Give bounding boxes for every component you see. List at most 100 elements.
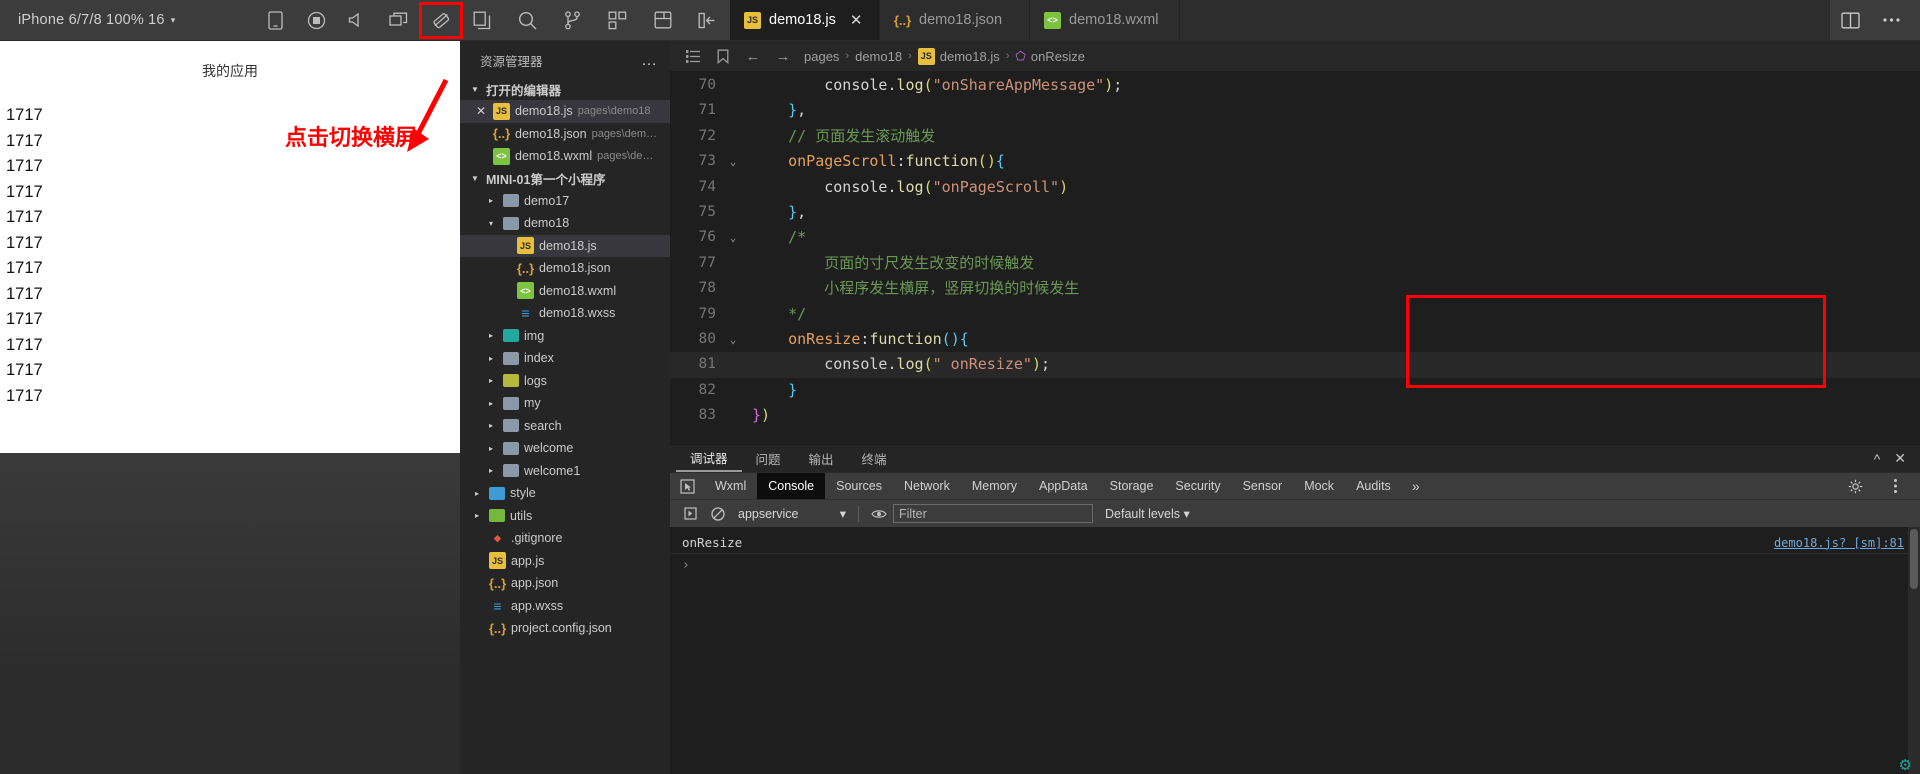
console-message-source[interactable]: demo18.js? [sm]:81 [1774,536,1920,550]
close-icon[interactable]: ✕ [1894,450,1906,467]
volume-icon[interactable] [337,0,378,41]
devtools-tab-network[interactable]: Network [893,473,961,500]
code-line-74[interactable]: 74 console.log("onPageScroll") [670,175,1920,200]
chevron-right-icon[interactable]: ▸ [484,421,498,430]
devtools-tab-wxml[interactable]: Wxml [704,473,757,500]
multiwindow-icon[interactable] [378,0,419,41]
code-line-79[interactable]: 79 */ [670,302,1920,327]
more-actions-icon[interactable] [1871,0,1912,41]
devtools-tab-appdata[interactable]: AppData [1028,473,1099,500]
chevron-right-icon[interactable]: ▸ [484,399,498,408]
console-scrollbar[interactable] [1908,527,1920,774]
rotate-screen-icon[interactable] [419,1,464,39]
simulator-screen[interactable]: 我的应用 1717 1717 1717 1717 1717 1717 1717 … [0,41,460,453]
code-line-71[interactable]: 71 }, [670,98,1920,123]
chevron-down-icon[interactable]: ▾ [171,15,176,26]
gear-icon[interactable] [1838,473,1872,500]
tree-item-welcome1[interactable]: ▸ welcome1 [460,460,670,483]
tree-item-app-js[interactable]: ▸JSapp.js [460,550,670,573]
tree-item-demo18[interactable]: ▾ demo18 [460,212,670,235]
tree-item-demo18-wxss[interactable]: ▸≡demo18.wxss [460,302,670,325]
code-line-82[interactable]: 82 } [670,378,1920,403]
chevron-right-icon[interactable]: ▸ [484,466,498,475]
code-line-77[interactable]: 77 页面的寸尺发生改变的时候触发 [670,251,1920,276]
split-editor-icon[interactable] [1830,0,1871,41]
tree-item-demo18-js[interactable]: ▸JSdemo18.js [460,234,670,257]
close-icon[interactable]: ✕ [474,104,488,118]
console-context-select[interactable]: appservice ▾ [732,506,852,522]
devtools-tab-sources[interactable]: Sources [825,473,893,500]
kebab-menu-icon[interactable] [1878,473,1912,500]
collapse-sidebar-icon[interactable] [685,0,730,41]
chevron-right-icon[interactable]: ▸ [470,489,484,498]
console-filter-input[interactable]: Filter [893,504,1093,523]
explorer-section-project[interactable]: ▼ MINI-01第一个小程序 [460,168,670,190]
tree-item-img[interactable]: ▸ img [460,325,670,348]
devtools-tab-storage[interactable]: Storage [1099,473,1165,500]
close-icon[interactable]: ✕ [850,11,863,29]
fold-toggle-icon[interactable]: ⌄ [722,149,744,174]
inspect-element-icon[interactable] [670,473,704,500]
bookmark-icon[interactable] [708,49,738,64]
code-editor[interactable]: 70 console.log("onShareAppMessage"); 71 }… [670,71,1920,444]
console-prompt[interactable]: › [670,554,1920,578]
code-line-73[interactable]: 73 ⌄ onPageScroll:function(){ [670,149,1920,174]
devtools-tab-security[interactable]: Security [1164,473,1231,500]
panel-layout-icon[interactable] [640,0,685,41]
chevron-right-icon[interactable]: ▸ [484,196,498,205]
tree-item-demo18-json[interactable]: ▸{..}demo18.json [460,257,670,280]
tree-item-utils[interactable]: ▸ utils [460,505,670,528]
chevron-right-icon[interactable]: ▸ [484,376,498,385]
step-icon[interactable] [676,500,704,528]
code-line-70[interactable]: 70 console.log("onShareAppMessage"); [670,73,1920,98]
code-line-80[interactable]: 80 ⌄ onResize:function(){ [670,327,1920,352]
record-icon[interactable] [296,0,337,41]
editor-tab-demo18-wxml[interactable]: <> demo18.wxml [1030,0,1180,40]
tree-item--gitignore[interactable]: ▸◆.gitignore [460,527,670,550]
code-line-81[interactable]: 81 console.log(" onResize"); [670,352,1920,378]
code-line-75[interactable]: 75 }, [670,200,1920,225]
tree-item-demo18-wxml[interactable]: ▸<>demo18.wxml [460,280,670,303]
open-editor-demo18-json[interactable]: {..} demo18.json pages\dem… [460,123,670,146]
live-expression-icon[interactable] [865,500,893,528]
scrollbar-thumb[interactable] [1910,529,1918,589]
explorer-section-open-editors[interactable]: ▼ 打开的编辑器 [460,78,670,100]
devtools-tab-sensor[interactable]: Sensor [1232,473,1294,500]
tree-item-project-config-json[interactable]: ▸{..}project.config.json [460,617,670,640]
panel-tab-problems[interactable]: 问题 [742,445,795,472]
open-editor-demo18-js[interactable]: ✕ JS demo18.js pages\demo18 [460,100,670,123]
fold-toggle-icon[interactable]: ⌄ [722,327,744,352]
forward-arrow-icon[interactable]: → [768,48,798,65]
code-line-78[interactable]: 78 小程序发生横屏，竖屏切换的时候发生 [670,276,1920,301]
editor-tab-demo18-js[interactable]: JS demo18.js ✕ [730,0,880,40]
editor-tab-demo18-json[interactable]: {..} demo18.json [880,0,1030,40]
tree-item-welcome[interactable]: ▸ welcome [460,437,670,460]
tree-item-style[interactable]: ▸ style [460,482,670,505]
chevron-right-icon[interactable]: ▸ [484,354,498,363]
more-actions-icon[interactable]: … [641,52,658,70]
chevron-right-icon[interactable]: ▸ [470,511,484,520]
extensions-icon[interactable] [595,0,640,41]
devtools-tab-console[interactable]: Console [757,472,826,500]
breadcrumb-item-demo18-js[interactable]: demo18.js [940,49,1000,64]
chevron-right-icon[interactable]: ▸ [484,444,498,453]
tree-item-my[interactable]: ▸ my [460,392,670,415]
console-levels-select[interactable]: Default levels ▾ [1105,506,1190,521]
panel-tab-debugger[interactable]: 调试器 [676,445,742,472]
clear-console-icon[interactable] [704,500,732,528]
devtools-tab-memory[interactable]: Memory [961,473,1028,500]
console-settings-icon[interactable]: ⚙ [1899,756,1912,774]
tree-item-index[interactable]: ▸ index [460,347,670,370]
device-selector-label[interactable]: iPhone 6/7/8 100% 16 [18,12,165,28]
chevron-up-icon[interactable]: ^ [1874,451,1881,467]
tree-item-logs[interactable]: ▸ logs [460,370,670,393]
fold-toggle-icon[interactable]: ⌄ [722,225,744,250]
code-line-83[interactable]: 83}) [670,403,1920,428]
devtools-tab-mock[interactable]: Mock [1293,473,1345,500]
code-line-76[interactable]: 76 ⌄ /* [670,225,1920,250]
search-icon[interactable] [505,0,550,41]
overflow-tabs-icon[interactable]: » [1402,478,1430,494]
open-editor-demo18-wxml[interactable]: <> demo18.wxml pages\de… [460,145,670,168]
outline-icon[interactable] [678,49,708,63]
git-branch-icon[interactable] [550,0,595,41]
